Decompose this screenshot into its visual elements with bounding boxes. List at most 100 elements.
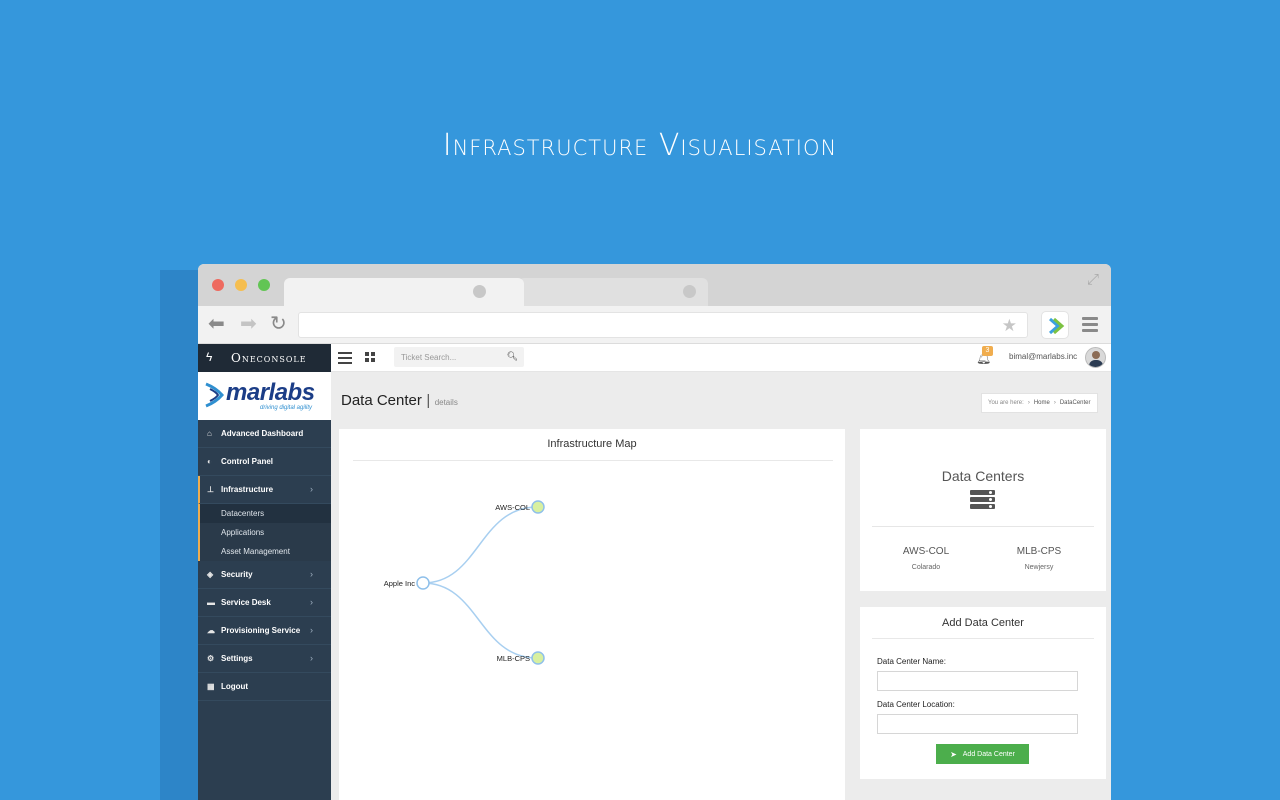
breadcrumb-separator: › — [1027, 400, 1030, 406]
sidebar-item-control-panel[interactable]: ◐ Control Panel — [198, 448, 331, 476]
toggle-icon: ◐ — [207, 457, 212, 466]
page-title: Data Center — [341, 392, 422, 409]
tree-label-aws-col: AWS-COL — [495, 503, 530, 512]
search-icon[interactable]: 🔍︎ — [507, 351, 518, 362]
sidebar-subitem-applications[interactable]: Applications — [198, 523, 331, 542]
datacenter-location: Colarado — [911, 564, 941, 571]
tab-favicon — [473, 285, 486, 298]
server-icon — [970, 490, 995, 511]
browser-tab-inactive[interactable] — [518, 278, 708, 306]
add-panel-divider — [872, 638, 1094, 639]
decorative-shadow — [160, 270, 200, 800]
sidebar-subitem-asset-management[interactable]: Asset Management — [198, 542, 331, 561]
add-data-center-panel: Add Data Center Data Center Name: Data C… — [860, 607, 1106, 779]
bookmark-star-icon[interactable]: ★ — [1002, 316, 1017, 336]
brand-bar: ϟ Oneconsole — [198, 344, 331, 372]
extension-icon[interactable] — [1041, 311, 1069, 339]
avatar[interactable] — [1085, 347, 1106, 368]
fullscreen-icon[interactable]: ⤢ — [1087, 272, 1103, 288]
hero-title: Infrastructure Visualisation — [442, 128, 838, 163]
chevron-right-icon: › — [310, 625, 313, 635]
browser-menu-icon[interactable] — [1082, 317, 1098, 335]
breadcrumb: You are here: › Home › DataCenter — [981, 393, 1098, 413]
marlabs-logo-mark — [205, 382, 224, 408]
chevron-right-icon: › — [310, 484, 313, 494]
address-bar[interactable]: ★ — [298, 312, 1028, 338]
app-frame: ϟ Oneconsole 🔍︎ 🔔︎ 3 bimal@marlabs.inc m… — [198, 344, 1111, 800]
app-topbar: ϟ Oneconsole 🔍︎ 🔔︎ 3 bimal@marlabs.inc — [198, 344, 1111, 372]
tree-label-mlb-cps: MLB-CPS — [497, 654, 530, 663]
page-subtitle: details — [434, 398, 458, 407]
breadcrumb-prefix: You are here: — [988, 400, 1024, 406]
user-email[interactable]: bimal@marlabs.inc — [1009, 352, 1077, 361]
chevron-right-icon: › — [310, 597, 313, 607]
data-center-location-label: Data Center Location: — [877, 700, 955, 709]
briefcase-icon: ▬ — [207, 598, 215, 607]
logo-tagline: driving digital agility — [260, 405, 313, 411]
sidebar-item-logout[interactable]: ▦ Logout — [198, 673, 331, 701]
sidebar-item-label: Provisioning Service — [221, 626, 301, 635]
data-center-name-label: Data Center Name: — [877, 657, 946, 666]
logo-text: marlabs — [226, 379, 315, 406]
tree-node-aws-col[interactable] — [531, 500, 545, 514]
sidebar: marlabs driving digital agility ⌂ Advanc… — [198, 372, 331, 800]
infrastructure-tree: Apple Inc AWS-COL MLB-CPS — [384, 500, 545, 665]
datacenter-name: MLB-CPS — [1016, 546, 1062, 557]
sidebar-item-label: Infrastructure — [221, 485, 274, 494]
bolt-icon: ϟ — [206, 350, 213, 364]
paper-plane-icon: ➤ — [950, 749, 957, 759]
add-data-center-button[interactable]: ➤ Add Data Center — [936, 744, 1029, 764]
chevron-right-icon: › — [310, 653, 313, 663]
datacenter-location: Newjersy — [1024, 564, 1054, 571]
page-header: Data Center | details — [341, 392, 458, 410]
tree-link-mlb-cps — [422, 582, 538, 659]
sidebar-item-label: Control Panel — [221, 457, 274, 466]
maximize-window-button[interactable] — [258, 279, 270, 291]
data-center-location-field[interactable] — [877, 714, 1078, 734]
back-arrow-icon[interactable]: ⬅ — [208, 314, 225, 334]
tree-node-root[interactable] — [416, 576, 430, 590]
close-window-button[interactable] — [212, 279, 224, 291]
ticket-search: 🔍︎ — [394, 347, 524, 367]
data-centers-panel: Data Centers AWS-COL Colarado MLB-CPS Ne… — [860, 429, 1106, 591]
main-content: Data Center | details You are here: › Ho… — [331, 372, 1111, 800]
tab-favicon — [683, 285, 696, 298]
sidebar-item-label: Security — [221, 570, 253, 579]
browser-titlebar: ⤢ — [198, 264, 1111, 306]
sidebar-item-label: Settings — [221, 654, 253, 663]
infrastructure-map-panel: Infrastructure Map Apple Inc AWS-COL MLB… — [339, 429, 845, 800]
shield-icon: ◈ — [207, 570, 214, 579]
sidebar-item-settings[interactable]: ⚙ Settings › — [198, 645, 331, 673]
home-icon: ⌂ — [207, 429, 212, 438]
cloud-icon: ☁ — [207, 626, 215, 635]
sidebar-item-service-desk[interactable]: ▬ Service Desk › — [198, 589, 331, 617]
sidebar-item-security[interactable]: ◈ Security › — [198, 561, 331, 589]
grid-icon[interactable] — [365, 352, 375, 362]
browser-tab-active[interactable] — [284, 278, 524, 306]
sidebar-nav: ⌂ Advanced Dashboard ◐ Control Panel ⊥ I… — [198, 420, 331, 701]
reload-icon[interactable]: ↻ — [270, 314, 287, 334]
data-center-name-field[interactable] — [877, 671, 1078, 691]
sitemap-icon: ⊥ — [207, 485, 214, 494]
data-centers-title: Data Centers — [941, 468, 1025, 484]
chevron-right-icon: › — [310, 569, 313, 579]
breadcrumb-home-link[interactable]: Home — [1034, 400, 1050, 406]
datacenter-item[interactable]: MLB-CPS Newjersy — [984, 546, 1094, 571]
add-data-center-title: Add Data Center — [942, 617, 1024, 629]
sidebar-toggle-icon[interactable] — [338, 352, 352, 367]
sidebar-item-advanced-dashboard[interactable]: ⌂ Advanced Dashboard — [198, 420, 331, 448]
sidebar-item-label: Advanced Dashboard — [221, 429, 304, 438]
page-title-separator: | — [426, 392, 431, 409]
tree-label-root: Apple Inc — [384, 579, 416, 588]
ticket-search-input[interactable] — [394, 347, 504, 367]
datacenter-name: AWS-COL — [902, 546, 950, 557]
minimize-window-button[interactable] — [235, 279, 247, 291]
forward-arrow-icon[interactable]: ➡ — [240, 314, 257, 334]
sidebar-item-infrastructure[interactable]: ⊥ Infrastructure › — [198, 476, 331, 504]
tree-node-mlb-cps[interactable] — [531, 651, 545, 665]
sidebar-item-provisioning-service[interactable]: ☁ Provisioning Service › — [198, 617, 331, 645]
browser-toolbar: ⬅ ➡ ↻ ★ — [198, 306, 1111, 344]
datacenter-item[interactable]: AWS-COL Colarado — [871, 546, 981, 571]
sidebar-subitem-datacenters[interactable]: Datacenters — [198, 504, 331, 523]
dc-divider — [872, 526, 1094, 527]
